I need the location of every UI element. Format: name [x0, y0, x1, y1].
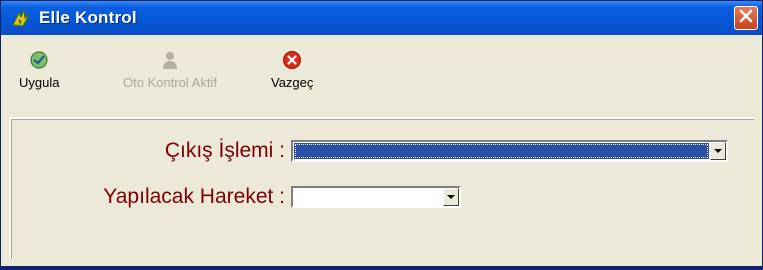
auto-control-button[interactable]: Oto Kontrol Aktif	[123, 49, 217, 90]
bird-logo-icon	[9, 6, 33, 30]
window-border-bottom	[1, 266, 762, 269]
window-title: Elle Kontrol	[39, 8, 137, 27]
exit-operation-label: Çıkış İşlemi :	[164, 139, 285, 162]
action-row: Yapılacak Hareket :	[11, 185, 461, 209]
form-panel: Çıkış İşlemi : Yapılacak Hareket :	[9, 117, 754, 259]
exit-operation-row: Çıkış İşlemi :	[11, 139, 728, 163]
close-button[interactable]	[734, 6, 758, 30]
chevron-down-icon[interactable]	[443, 188, 459, 206]
action-label: Yapılacak Hareket :	[103, 185, 285, 208]
exit-operation-value	[294, 143, 709, 159]
chevron-down-icon[interactable]	[710, 142, 726, 160]
auto-control-label: Oto Kontrol Aktif	[123, 75, 217, 90]
title-bar[interactable]: Elle Kontrol	[1, 1, 762, 35]
cancel-button[interactable]: Vazgeç	[271, 49, 313, 90]
user-icon	[159, 49, 181, 71]
cancel-circle-icon	[281, 49, 303, 71]
action-value	[293, 188, 443, 206]
action-dropdown[interactable]	[291, 186, 461, 208]
apply-label: Uygula	[19, 75, 60, 90]
check-circle-icon	[28, 49, 50, 71]
dialog-window: Elle Kontrol Uygula Oto Kontrol Aktif Va…	[0, 0, 763, 270]
close-icon	[739, 9, 753, 28]
cancel-label: Vazgeç	[271, 75, 314, 90]
exit-operation-dropdown[interactable]	[291, 140, 728, 162]
apply-button[interactable]: Uygula	[19, 49, 59, 90]
toolbar: Uygula Oto Kontrol Aktif Vazgeç	[1, 35, 762, 115]
